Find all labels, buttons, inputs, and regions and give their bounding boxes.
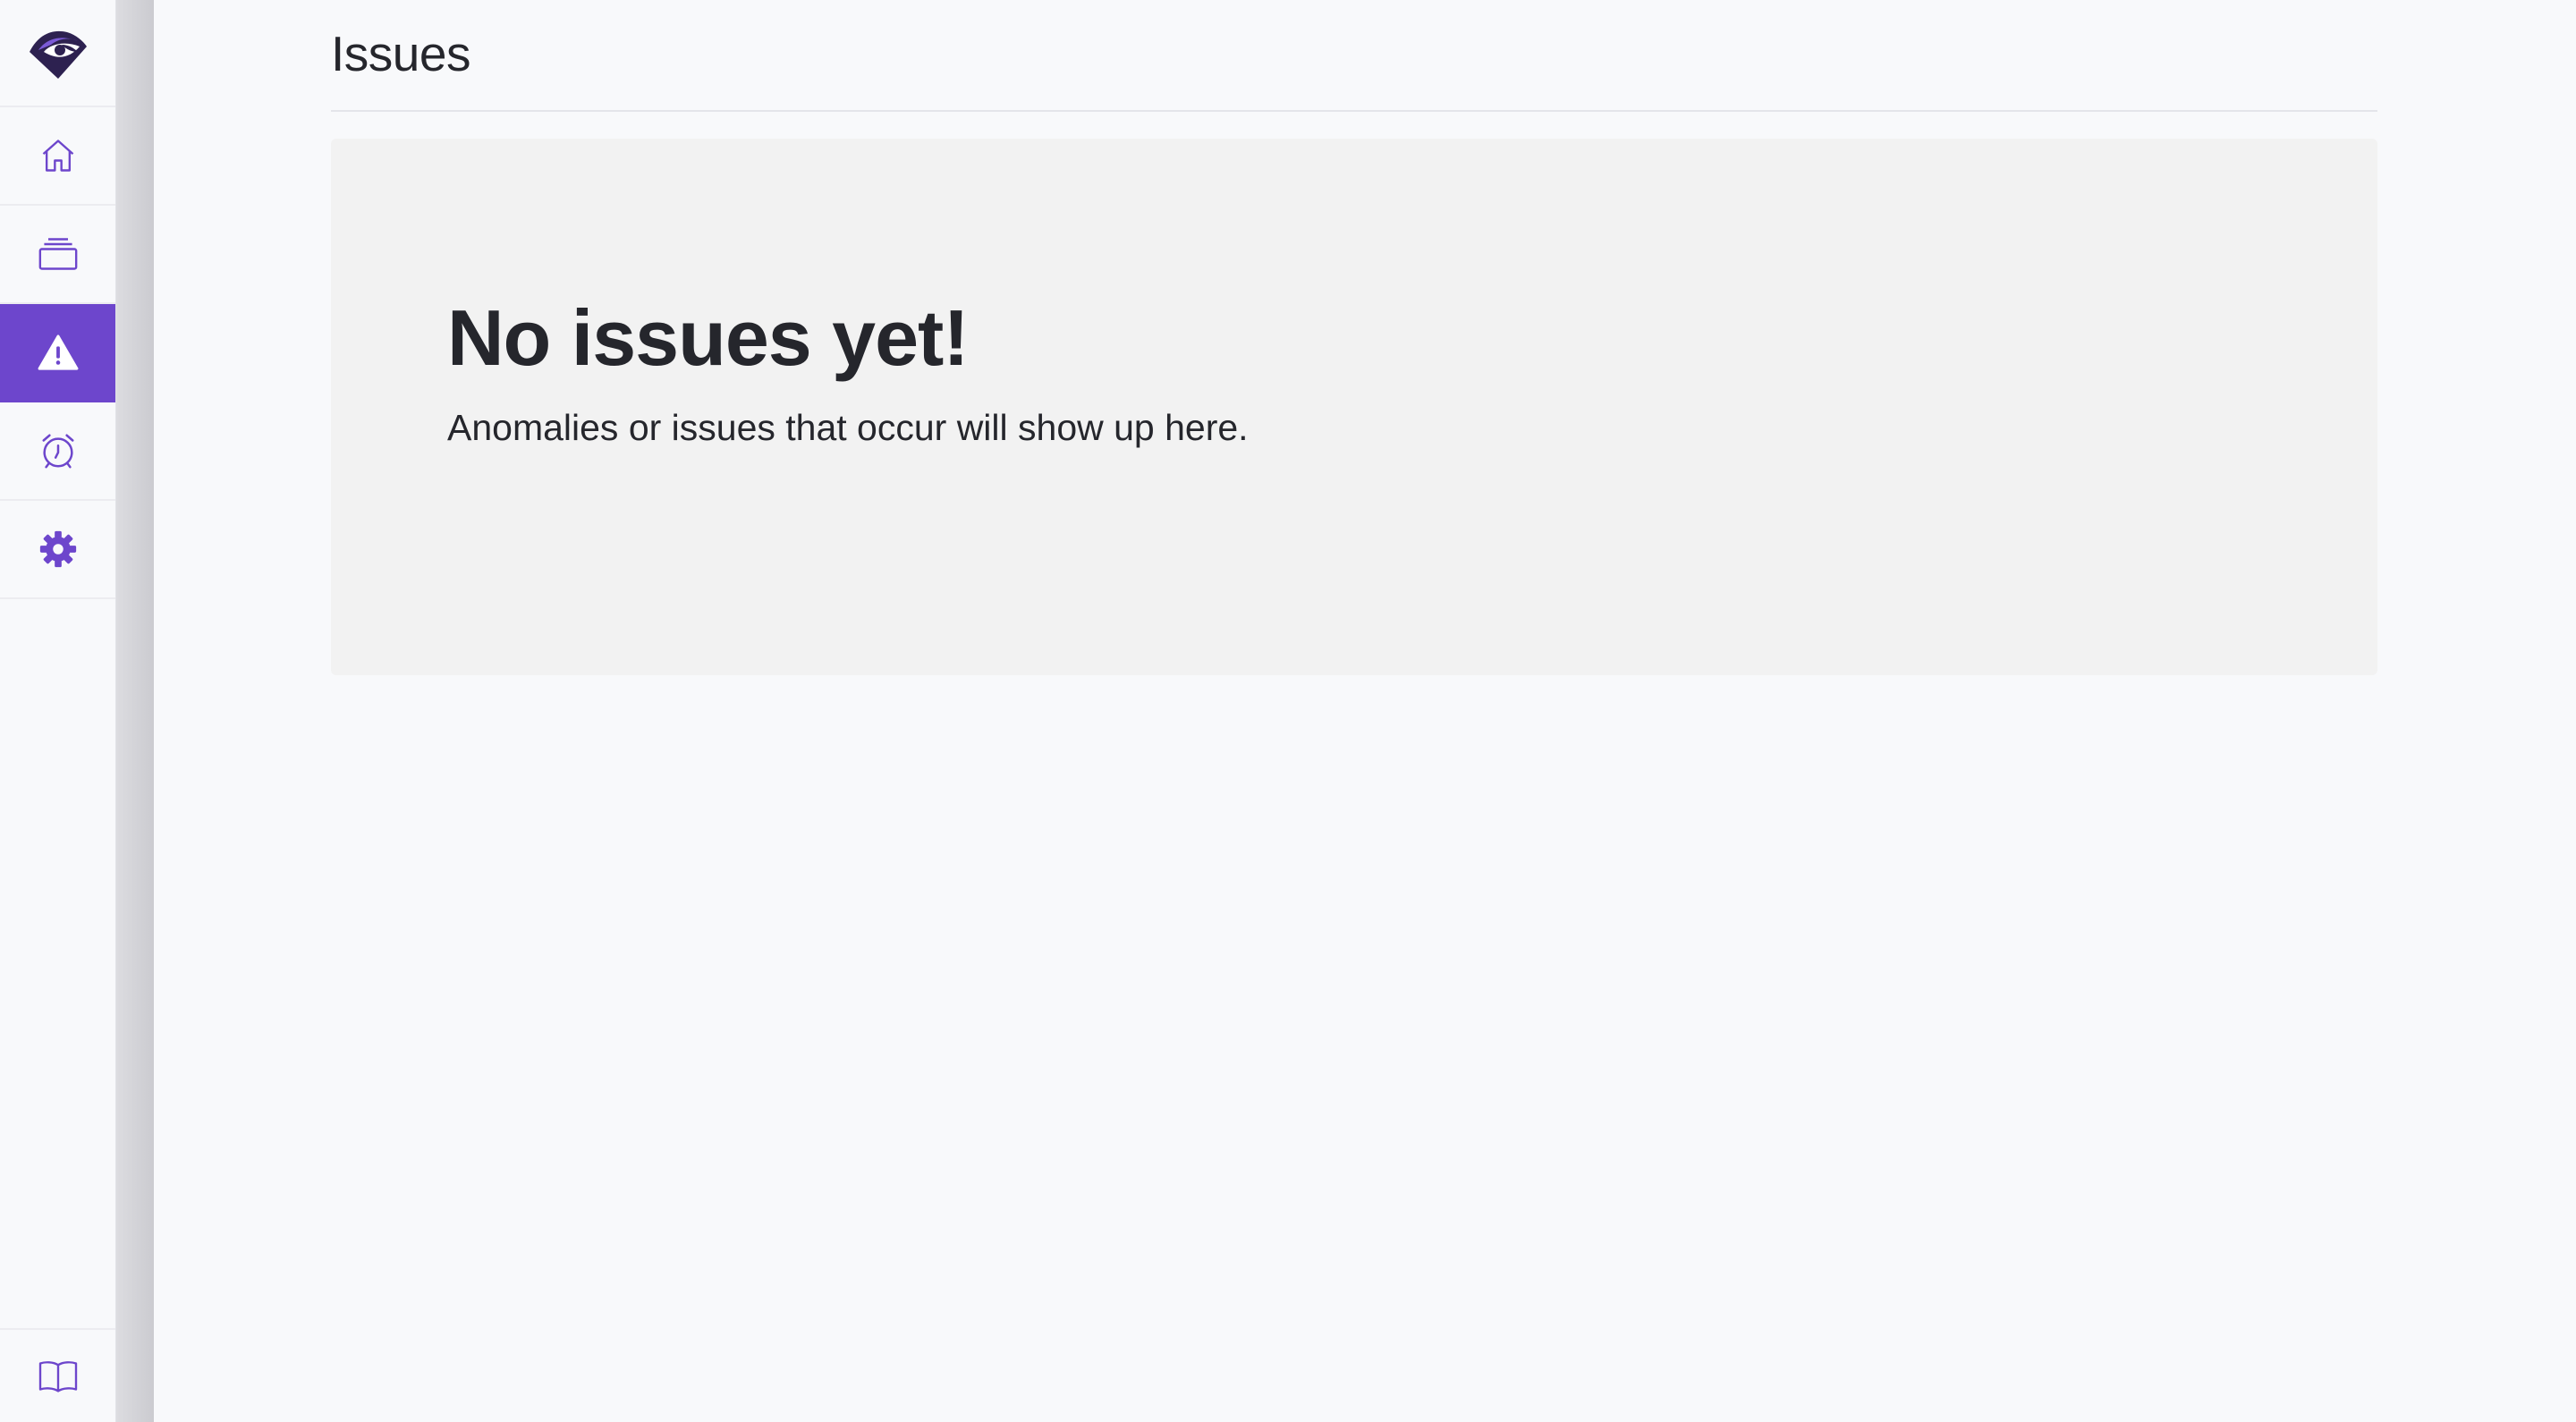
gear-icon [39, 530, 76, 568]
alarm-clock-icon [41, 434, 74, 469]
sidebar-item-alarms[interactable] [0, 402, 115, 501]
sidebar-item-home[interactable] [0, 107, 115, 206]
sidebar-item-docs[interactable] [0, 1328, 115, 1422]
stacked-layers-icon [38, 238, 77, 270]
empty-state-panel: No issues yet! Anomalies or issues that … [331, 139, 2377, 675]
home-icon [42, 140, 73, 172]
sidebar-item-settings[interactable] [0, 501, 115, 599]
book-icon [38, 1360, 77, 1392]
sidebar-logo[interactable] [0, 0, 115, 107]
app-window: Issues No issues yet! Anomalies or issue… [0, 0, 2576, 1422]
page-title: Issues [331, 26, 470, 81]
main-content: Issues No issues yet! Anomalies or issue… [154, 0, 2576, 1422]
sidebar-shadow [116, 0, 154, 1422]
empty-state-title: No issues yet! [447, 293, 970, 382]
sidebar-item-layers[interactable] [0, 206, 115, 304]
eye-logo-icon [29, 30, 87, 79]
sidebar [0, 0, 116, 1422]
empty-state-message: Anomalies or issues that occur will show… [447, 407, 1249, 448]
sidebar-item-issues[interactable] [0, 304, 115, 402]
warning-triangle-icon [38, 334, 78, 370]
page-header: Issues [331, 0, 2377, 112]
